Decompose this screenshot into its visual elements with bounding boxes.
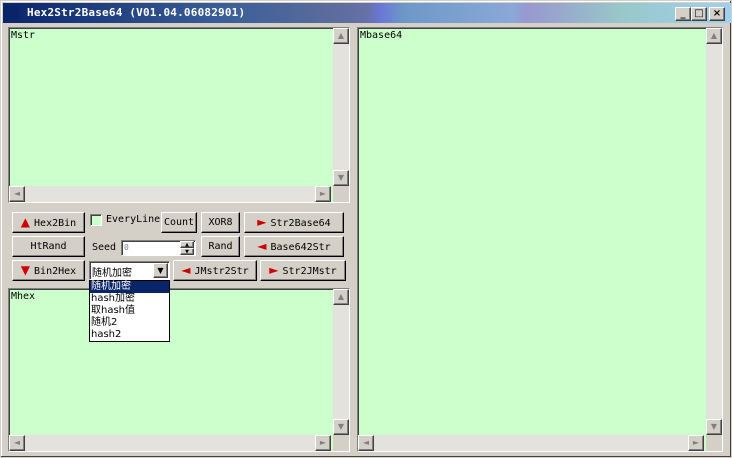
- title-bar[interactable]: Hex2Str2Base64 (V01.04.06082901) _ □ ×: [3, 3, 731, 23]
- scroll-down-icon[interactable]: ▼: [333, 419, 349, 435]
- mhex-vertical-scrollbar[interactable]: ▲ ▼: [333, 289, 349, 435]
- scrollbar-corner: [333, 435, 349, 451]
- scroll-right-icon[interactable]: ►: [315, 186, 331, 202]
- arrow-left-icon: ◄: [181, 263, 191, 277]
- count-button[interactable]: Count: [161, 212, 197, 233]
- seed-label: Seed: [92, 242, 117, 253]
- arrow-up-icon: ▲: [20, 215, 31, 229]
- seed-spinner[interactable]: ▲ ▼: [180, 241, 194, 255]
- arrow-right-icon: ►: [257, 215, 267, 229]
- mbase64-horizontal-scrollbar[interactable]: ◄ ►: [358, 435, 704, 451]
- mhex-textarea[interactable]: Mhex ▲ ▼ ◄ ►: [8, 288, 350, 452]
- str2base64-button[interactable]: ► Str2Base64: [244, 212, 344, 233]
- bin2hex-label: Bin2Hex: [34, 266, 77, 277]
- mbase64-text: Mbase64: [360, 30, 403, 41]
- hex2bin-button[interactable]: ▲ Hex2Bin: [12, 212, 85, 233]
- mode-option[interactable]: 随机加密: [90, 281, 169, 293]
- arrow-down-icon: ▼: [20, 263, 31, 277]
- str2jmstr-button[interactable]: ► Str2JMstr: [260, 260, 346, 281]
- jmstr2str-label: JMstr2Str: [194, 266, 249, 277]
- mstr-horizontal-scrollbar[interactable]: ◄ ►: [9, 186, 331, 202]
- base642str-label: Base642Str: [270, 242, 331, 253]
- str2base64-label: Str2Base64: [270, 218, 331, 229]
- scrollbar-corner: [706, 435, 722, 451]
- arrow-right-icon: ►: [269, 263, 279, 277]
- hex2bin-label: Hex2Bin: [34, 218, 77, 229]
- rand-button[interactable]: Rand: [201, 236, 240, 257]
- scrollbar-corner: [333, 186, 349, 202]
- str2jmstr-label: Str2JMstr: [282, 266, 337, 277]
- mode-option[interactable]: hash2: [90, 329, 169, 341]
- scroll-left-icon[interactable]: ◄: [9, 435, 25, 451]
- scroll-right-icon[interactable]: ►: [688, 435, 704, 451]
- mstr-textarea[interactable]: Mstr ▲ ▼ ◄ ►: [8, 27, 350, 203]
- mode-select[interactable]: 随机加密 ▼: [89, 261, 170, 280]
- mode-dropdown-list[interactable]: 随机加密 hash加密 取hash值 随机2 hash2: [89, 280, 170, 342]
- spin-up-icon[interactable]: ▲: [180, 241, 194, 248]
- everyline-checkbox[interactable]: [90, 214, 102, 226]
- mstr-vertical-scrollbar[interactable]: ▲ ▼: [333, 28, 349, 186]
- scroll-right-icon[interactable]: ►: [315, 435, 331, 451]
- scroll-down-icon[interactable]: ▼: [333, 170, 349, 186]
- htrand-button[interactable]: HtRand: [12, 236, 85, 257]
- xor8-button[interactable]: XOR8: [201, 212, 240, 233]
- mhex-horizontal-scrollbar[interactable]: ◄ ►: [9, 435, 331, 451]
- app-window: Hex2Str2Base64 (V01.04.06082901) _ □ × M…: [0, 0, 732, 458]
- minimize-button[interactable]: _: [675, 7, 691, 21]
- everyline-label: EveryLine: [106, 214, 161, 225]
- scroll-left-icon[interactable]: ◄: [358, 435, 374, 451]
- window-title: Hex2Str2Base64 (V01.04.06082901): [27, 6, 246, 19]
- app-icon: [6, 6, 19, 19]
- mode-selected-value: 随机加密: [92, 268, 132, 279]
- base642str-button[interactable]: ◄ Base642Str: [244, 236, 344, 257]
- mode-option[interactable]: hash加密: [90, 293, 169, 305]
- spin-down-icon[interactable]: ▼: [180, 248, 194, 255]
- mode-option[interactable]: 取hash值: [90, 305, 169, 317]
- scroll-up-icon[interactable]: ▲: [333, 28, 349, 44]
- close-button[interactable]: ×: [709, 7, 725, 21]
- jmstr2str-button[interactable]: ◄ JMstr2Str: [173, 260, 257, 281]
- mstr-text: Mstr: [11, 30, 36, 41]
- mbase64-textarea[interactable]: Mbase64 ▲ ▼ ◄ ►: [357, 27, 723, 452]
- maximize-button[interactable]: □: [691, 7, 707, 21]
- scroll-up-icon[interactable]: ▲: [333, 289, 349, 305]
- scroll-down-icon[interactable]: ▼: [706, 419, 722, 435]
- mode-option[interactable]: 随机2: [90, 317, 169, 329]
- bin2hex-button[interactable]: ▼ Bin2Hex: [12, 260, 85, 281]
- mbase64-vertical-scrollbar[interactable]: ▲ ▼: [706, 28, 722, 435]
- arrow-left-icon: ◄: [257, 239, 267, 253]
- mhex-text: Mhex: [11, 291, 36, 302]
- scroll-up-icon[interactable]: ▲: [706, 28, 722, 44]
- scroll-left-icon[interactable]: ◄: [9, 186, 25, 202]
- dropdown-arrow-icon[interactable]: ▼: [153, 263, 168, 278]
